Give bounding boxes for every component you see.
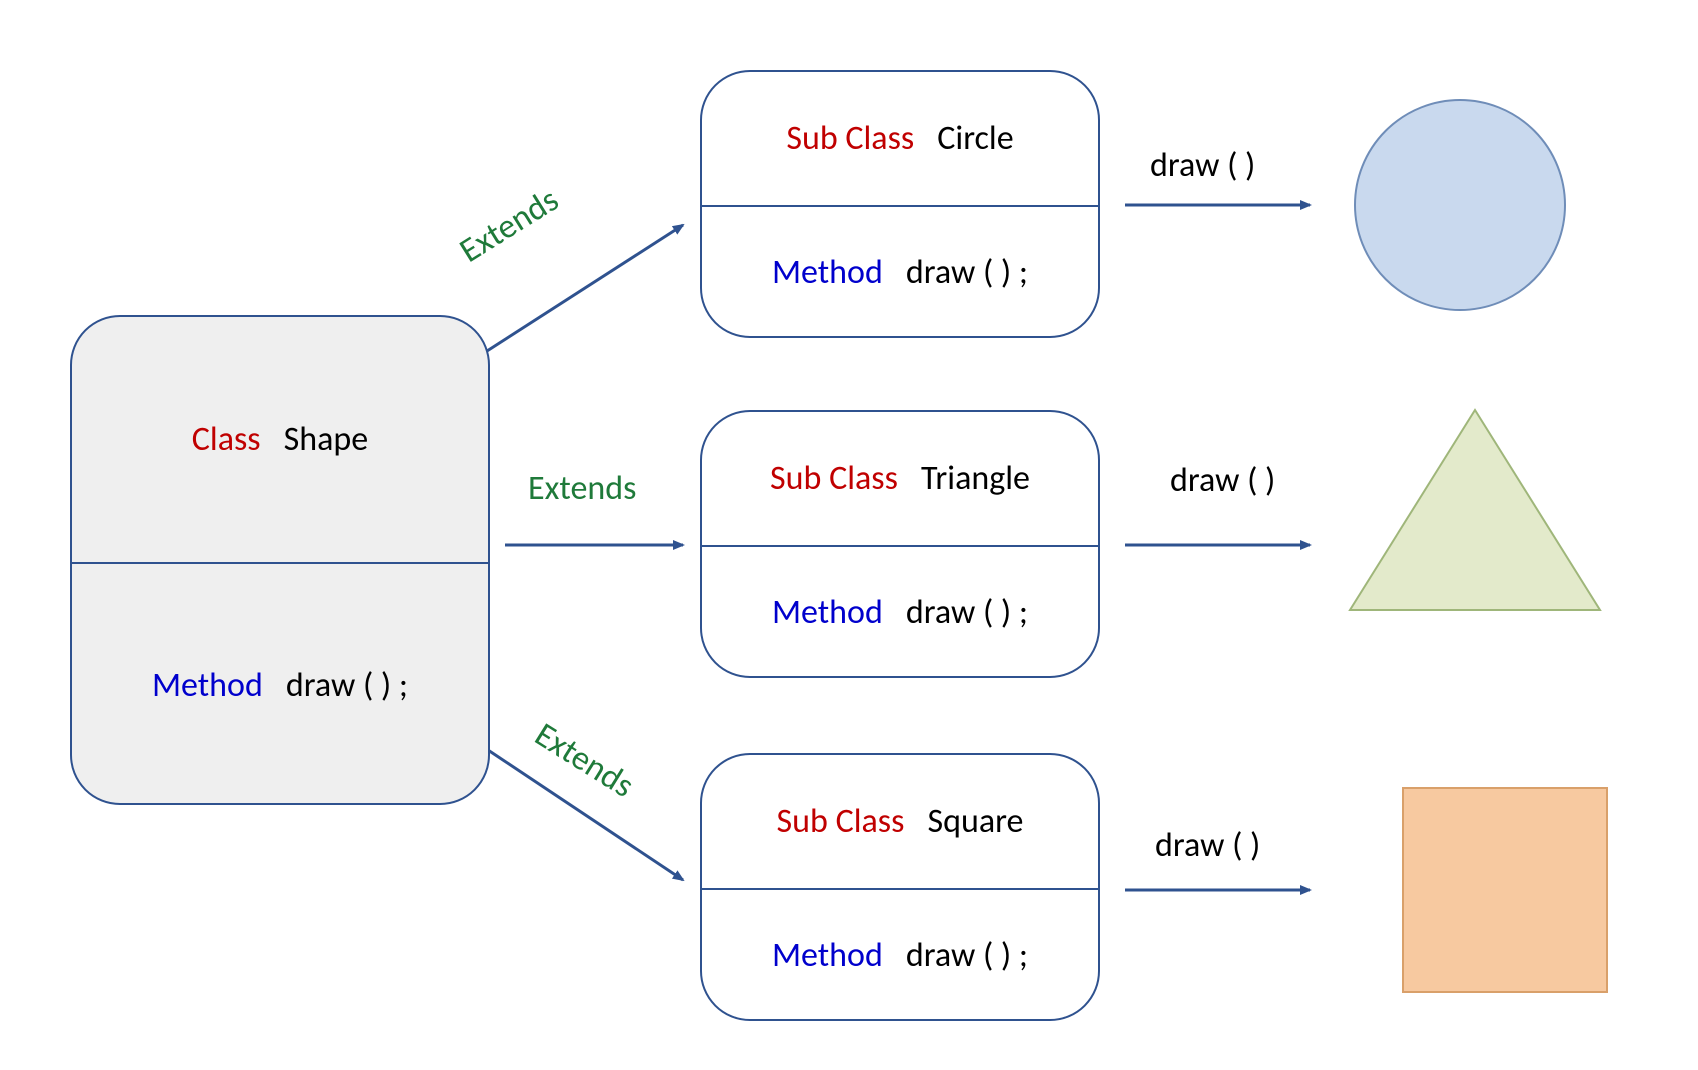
output-circle-icon (1350, 95, 1570, 325)
keyword-method: Method (152, 665, 263, 706)
draw-call-label-triangle: draw ( ) (1170, 460, 1275, 501)
subclass-name-square: Square (927, 801, 1023, 842)
method-signature-circle: draw ( ) ; (906, 252, 1028, 293)
class-method-row: Method draw ( ) ; (72, 564, 488, 805)
subclass-name-circle: Circle (937, 118, 1013, 159)
subclass-node-triangle: Sub Class Triangle Method draw ( ) ; (700, 410, 1100, 678)
subclass-method-row-triangle: Method draw ( ) ; (702, 547, 1098, 678)
extends-label-triangle: Extends (528, 468, 636, 509)
extends-label-square: Extends (527, 714, 641, 806)
extends-label-circle: Extends (452, 179, 566, 271)
subclass-method-row-square: Method draw ( ) ; (702, 890, 1098, 1021)
keyword-method: Method (772, 935, 883, 976)
subclass-header-circle: Sub Class Circle (702, 72, 1098, 205)
output-square-icon (1400, 785, 1610, 1005)
subclass-header-triangle: Sub Class Triangle (702, 412, 1098, 545)
keyword-subclass: Sub Class (786, 118, 914, 159)
keyword-subclass: Sub Class (777, 801, 905, 842)
subclass-method-row-circle: Method draw ( ) ; (702, 207, 1098, 338)
class-name-shape: Shape (284, 419, 369, 460)
diagram-canvas: Class Shape Method draw ( ) ; Sub Class … (0, 0, 1698, 1070)
subclass-node-circle: Sub Class Circle Method draw ( ) ; (700, 70, 1100, 338)
keyword-method: Method (772, 252, 883, 293)
subclass-node-square: Sub Class Square Method draw ( ) ; (700, 753, 1100, 1021)
output-triangle-icon (1345, 405, 1605, 625)
subclass-header-square: Sub Class Square (702, 755, 1098, 888)
class-node-shape: Class Shape Method draw ( ) ; (70, 315, 490, 805)
method-signature-triangle: draw ( ) ; (906, 592, 1028, 633)
method-signature-square: draw ( ) ; (906, 935, 1028, 976)
subclass-name-triangle: Triangle (921, 458, 1030, 499)
draw-call-label-circle: draw ( ) (1150, 145, 1255, 186)
keyword-method: Method (772, 592, 883, 633)
method-signature-shape: draw ( ) ; (286, 665, 408, 706)
class-header: Class Shape (72, 317, 488, 562)
keyword-subclass: Sub Class (770, 458, 898, 499)
keyword-class: Class (192, 419, 261, 460)
draw-call-label-square: draw ( ) (1155, 825, 1260, 866)
